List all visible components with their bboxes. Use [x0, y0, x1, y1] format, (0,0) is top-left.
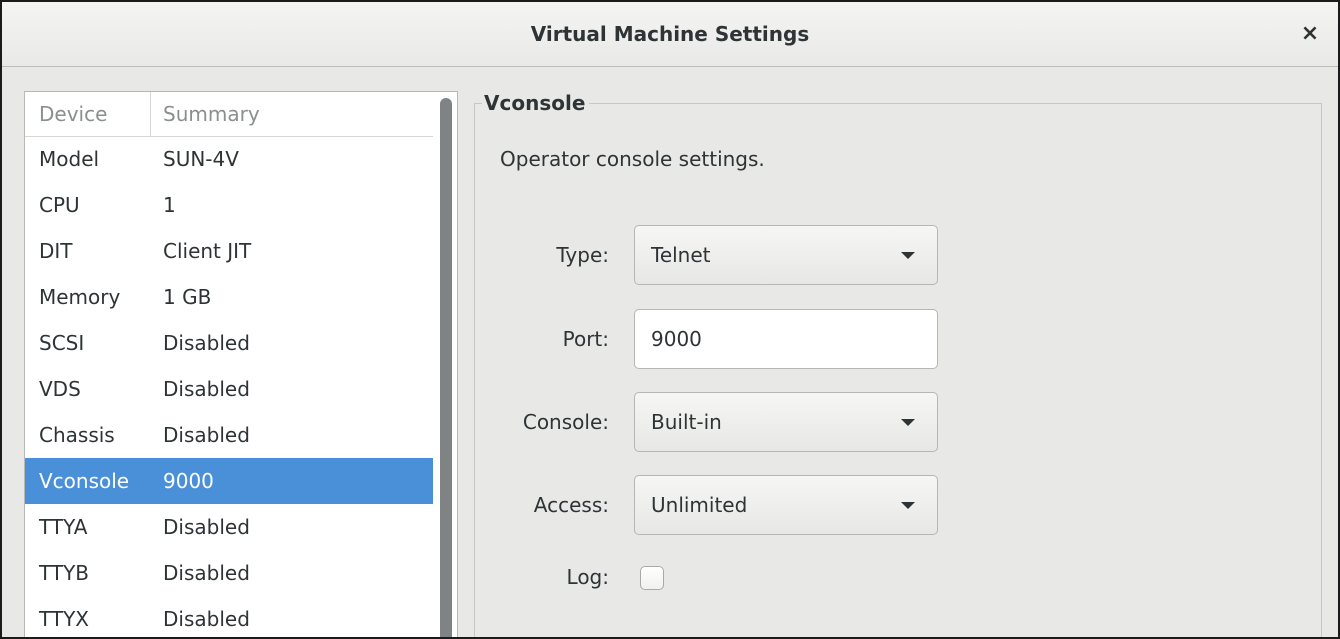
device-summary: Disabled: [163, 377, 250, 401]
device-row-ttyb[interactable]: TTYB Disabled: [25, 550, 433, 596]
log-checkbox[interactable]: [640, 566, 664, 590]
window-body: Device Summary Model SUN-4V CPU 1 DIT Client …: [2, 67, 1338, 637]
device-summary: Disabled: [163, 423, 250, 447]
type-dropdown-value: Telnet: [651, 243, 711, 267]
device-summary: Disabled: [163, 561, 250, 585]
console-label: Console:: [522, 410, 609, 434]
console-dropdown-value: Built-in: [651, 410, 722, 434]
port-input[interactable]: [634, 309, 938, 369]
close-button[interactable]: ×: [1292, 16, 1328, 52]
device-name: SCSI: [39, 331, 85, 355]
device-rows: Model SUN-4V CPU 1 DIT Client JIT Memory 1 GB SC…: [25, 136, 433, 637]
type-label: Type:: [556, 243, 609, 267]
device-summary: SUN-4V: [163, 147, 239, 171]
console-dropdown[interactable]: Built-in: [634, 392, 938, 452]
device-summary: Disabled: [163, 515, 250, 539]
device-name: Chassis: [39, 423, 115, 447]
scrollbar-thumb[interactable]: [440, 98, 452, 637]
title-bar: Virtual Machine Settings ×: [2, 2, 1338, 67]
log-label: Log:: [566, 565, 609, 589]
device-name: TTYB: [39, 561, 90, 585]
device-summary: 1 GB: [163, 285, 212, 309]
device-name: Vconsole: [39, 469, 130, 493]
chevron-down-icon: [901, 419, 915, 426]
device-row-cpu[interactable]: CPU 1: [25, 182, 433, 228]
type-dropdown[interactable]: Telnet: [634, 225, 938, 285]
vconsole-frame: [474, 103, 1322, 637]
device-name: VDS: [39, 377, 81, 401]
device-row-memory[interactable]: Memory 1 GB: [25, 274, 433, 320]
device-name: Memory: [39, 285, 121, 309]
device-name: TTYA: [39, 515, 88, 539]
access-dropdown-value: Unlimited: [651, 493, 748, 517]
device-row-chassis[interactable]: Chassis Disabled: [25, 412, 433, 458]
device-summary: Client JIT: [163, 239, 252, 263]
device-summary: 9000: [163, 469, 214, 493]
device-list-scrollbar[interactable]: [435, 92, 457, 637]
settings-window: Virtual Machine Settings × Device Summar…: [0, 0, 1340, 639]
column-header-summary[interactable]: Summary: [163, 92, 260, 136]
section-description: Operator console settings.: [500, 147, 765, 171]
device-row-scsi[interactable]: SCSI Disabled: [25, 320, 433, 366]
device-row-ttyx[interactable]: TTYX Disabled: [25, 596, 433, 637]
device-name: Model: [39, 147, 100, 171]
chevron-down-icon: [901, 252, 915, 259]
access-label: Access:: [533, 493, 609, 517]
device-row-vconsole[interactable]: Vconsole 9000: [25, 458, 433, 504]
device-list: Device Summary Model SUN-4V CPU 1 DIT Client …: [24, 91, 458, 637]
device-summary: Disabled: [163, 607, 250, 631]
chevron-down-icon: [901, 502, 915, 509]
window-title: Virtual Machine Settings: [530, 22, 810, 46]
device-summary: 1: [163, 193, 176, 217]
device-name: DIT: [39, 239, 73, 263]
device-summary: Disabled: [163, 331, 250, 355]
device-row-model[interactable]: Model SUN-4V: [25, 136, 433, 182]
device-list-header: Device Summary: [25, 92, 433, 137]
device-row-ttya[interactable]: TTYA Disabled: [25, 504, 433, 550]
port-label: Port:: [562, 327, 609, 351]
device-name: CPU: [39, 193, 80, 217]
device-row-dit[interactable]: DIT Client JIT: [25, 228, 433, 274]
access-dropdown[interactable]: Unlimited: [634, 475, 938, 535]
column-header-device[interactable]: Device: [25, 92, 151, 136]
device-row-vds[interactable]: VDS Disabled: [25, 366, 433, 412]
device-name: TTYX: [39, 607, 89, 631]
section-title: Vconsole: [482, 90, 590, 116]
